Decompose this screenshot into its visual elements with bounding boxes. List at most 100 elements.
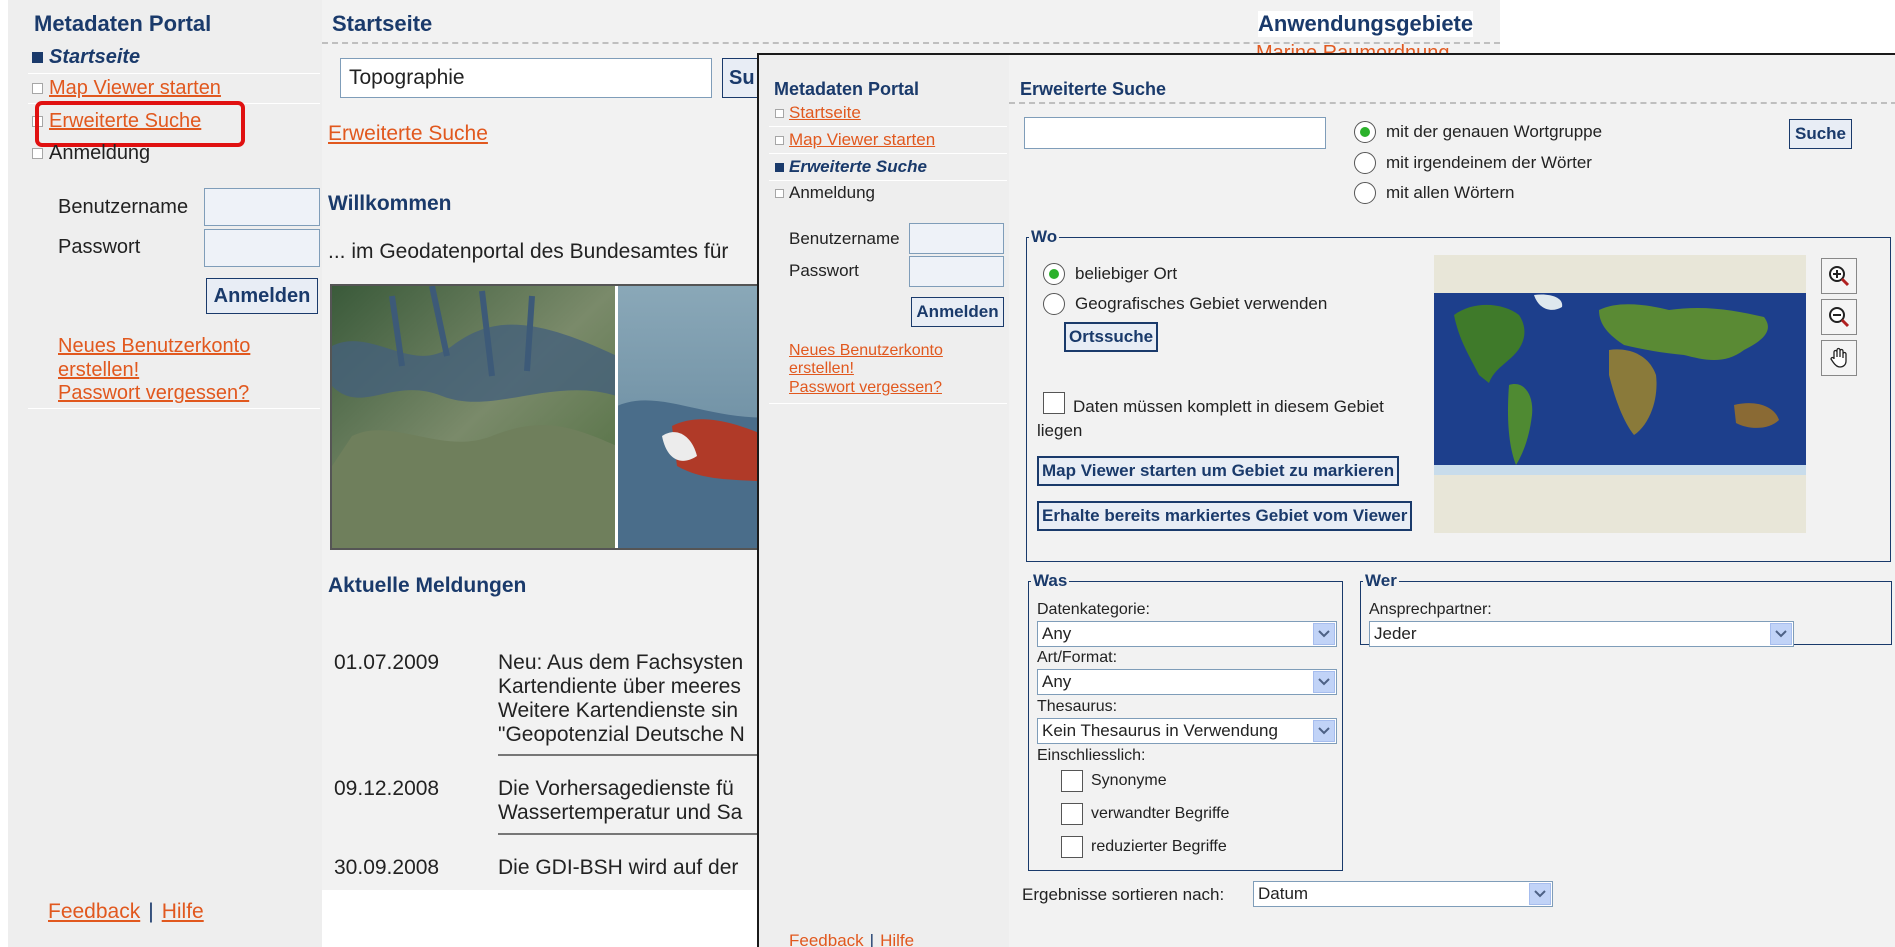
complete-in-area-checkbox[interactable]: Daten müssen komplett in diesem Gebiet — [1043, 392, 1384, 418]
include-reduzierte-checkbox[interactable]: reduzierter Begriffe — [1061, 836, 1227, 858]
news-line: Neu: Aus dem Fachsysten — [498, 651, 744, 674]
link-line: erstellen! — [789, 360, 854, 377]
map-viewer-mark-button[interactable]: Map Viewer starten um Gebiet zu markiere… — [1037, 456, 1400, 486]
match-option-exact[interactable]: mit der genauen Wortgruppe — [1354, 121, 1602, 143]
wo-option-any[interactable]: beliebiger Ort — [1043, 263, 1177, 285]
divider — [769, 403, 1007, 404]
chevron-down-icon — [1313, 720, 1335, 742]
front-nav-link[interactable]: Startseite — [789, 103, 861, 123]
back-footer: Feedback | Hilfe — [48, 900, 204, 924]
ortssuche-button[interactable]: Ortssuche — [1064, 322, 1159, 352]
checkbox-icon — [1043, 392, 1065, 414]
highlight-annotation — [35, 101, 245, 147]
divider — [28, 408, 320, 409]
front-nav-map-viewer[interactable]: Map Viewer starten — [775, 130, 935, 150]
front-login-button[interactable]: Anmelden — [911, 297, 1004, 327]
contact-select[interactable]: Jeder — [1369, 621, 1794, 647]
divider — [769, 126, 1007, 127]
datenkategorie-select[interactable]: Any — [1037, 621, 1337, 647]
radio-selected-icon — [1043, 263, 1065, 285]
wo-legend: Wo — [1031, 227, 1058, 246]
sort-label: Ergebnisse sortieren nach: — [1022, 885, 1225, 904]
select-value: Kein Thesaurus in Verwendung — [1042, 721, 1278, 740]
back-nav-label: Startseite — [49, 46, 141, 68]
back-new-account-link[interactable]: Neues Benutzerkonto erstellen! — [58, 334, 298, 382]
wo-option-geo[interactable]: Geografisches Gebiet verwenden — [1043, 293, 1327, 315]
back-nav-startseite[interactable]: Startseite — [32, 46, 140, 69]
divider — [769, 180, 1007, 181]
anwendungsgebiete-heading: Anwendungsgebiete — [1258, 11, 1474, 37]
back-forgot-password-link[interactable]: Passwort vergessen? — [58, 382, 249, 405]
sort-select[interactable]: Datum — [1253, 881, 1553, 907]
checkbox-icon — [1061, 770, 1083, 792]
front-nav-label: Erweiterte Suche — [789, 157, 927, 176]
front-nav-label: Anmeldung — [789, 183, 876, 202]
front-footer: Feedback | Hilfe — [789, 931, 914, 947]
checkbox-label: verwandter Begriffe — [1091, 805, 1230, 822]
front-nav-startseite[interactable]: Startseite — [775, 103, 861, 123]
back-search-input[interactable]: Topographie — [340, 58, 712, 98]
back-login-button[interactable]: Anmelden — [206, 278, 318, 314]
option-label: mit irgendeinem der Wörter — [1386, 153, 1592, 172]
back-nav-link[interactable]: Map Viewer starten — [49, 77, 221, 100]
nav-bullet-icon — [775, 108, 784, 118]
link-line: Neues Benutzerkonto — [789, 342, 943, 359]
nav-bullet-icon — [32, 148, 43, 159]
back-nav-anmeldung[interactable]: Anmeldung — [32, 142, 150, 165]
front-nav-link[interactable]: Map Viewer starten — [789, 130, 935, 150]
front-sidebar: Metadaten Portal Startseite Map Viewer s… — [759, 55, 1009, 947]
divider — [498, 754, 798, 756]
footer-separator: | — [148, 900, 154, 923]
footer-separator: | — [869, 931, 875, 947]
datenkategorie-label: Datenkategorie: — [1037, 601, 1150, 618]
chevron-down-icon — [1313, 623, 1335, 645]
back-nav-map-viewer[interactable]: Map Viewer starten — [32, 77, 221, 100]
back-help-link[interactable]: Hilfe — [162, 900, 204, 923]
match-option-any[interactable]: mit irgendeinem der Wörter — [1354, 152, 1592, 174]
chevron-down-icon — [1313, 671, 1335, 693]
checkbox-icon — [1061, 836, 1083, 858]
front-nav-erweiterte-suche[interactable]: Erweiterte Suche — [775, 157, 927, 177]
news-line: Die Vorhersagedienste fü — [498, 777, 734, 800]
select-value: Datum — [1258, 884, 1309, 903]
front-password-input[interactable] — [909, 256, 1004, 287]
pan-hand-icon[interactable] — [1821, 340, 1857, 376]
get-marked-area-button[interactable]: Erhalte bereits markiertes Gebiet vom Vi… — [1037, 501, 1413, 531]
back-username-input[interactable] — [204, 188, 320, 226]
world-map[interactable] — [1434, 255, 1806, 533]
radio-icon — [1354, 182, 1376, 204]
format-select[interactable]: Any — [1037, 669, 1337, 695]
front-feedback-link[interactable]: Feedback — [789, 931, 864, 947]
option-label: mit allen Wörtern — [1386, 183, 1515, 202]
front-new-account-link[interactable]: Neues Benutzerkonto erstellen! — [789, 342, 943, 378]
news-text: Neu: Aus dem Fachsysten Kartendiente übe… — [498, 651, 745, 747]
front-forgot-password-link[interactable]: Passwort vergessen? — [789, 379, 942, 397]
include-label: Einschliesslich: — [1037, 747, 1146, 764]
front-nav-anmeldung[interactable]: Anmeldung — [775, 183, 875, 203]
include-verwandte-checkbox[interactable]: verwandter Begriffe — [1061, 803, 1229, 825]
zoom-in-icon[interactable] — [1821, 258, 1857, 294]
back-advanced-search-link[interactable]: Erweiterte Suche — [328, 122, 488, 146]
back-welcome-heading: Willkommen — [328, 192, 452, 215]
divider — [28, 73, 320, 74]
front-search-input[interactable] — [1024, 117, 1326, 149]
front-username-input[interactable] — [909, 223, 1004, 254]
thesaurus-select[interactable]: Kein Thesaurus in Verwendung — [1037, 718, 1337, 744]
nav-bullet-icon — [32, 52, 43, 63]
back-nav-label: Anmeldung — [49, 142, 151, 164]
zoom-out-icon[interactable] — [1821, 299, 1857, 335]
thesaurus-label: Thesaurus: — [1037, 698, 1118, 715]
news-line: Kartendiente über meeres — [498, 675, 741, 698]
checkbox-icon — [1061, 803, 1083, 825]
front-password-label: Passwort — [789, 261, 859, 280]
front-help-link[interactable]: Hilfe — [880, 931, 914, 947]
front-search-button[interactable]: Suche — [1789, 119, 1852, 149]
chevron-down-icon — [1529, 883, 1551, 905]
include-synonyme-checkbox[interactable]: Synonyme — [1061, 770, 1167, 792]
option-label: Daten müssen komplett in diesem Gebiet — [1073, 397, 1384, 416]
back-feedback-link[interactable]: Feedback — [48, 900, 140, 923]
back-password-input[interactable] — [204, 229, 320, 267]
radio-selected-icon — [1354, 121, 1376, 143]
front-page-title: Erweiterte Suche — [1020, 79, 1167, 99]
match-option-all[interactable]: mit allen Wörtern — [1354, 182, 1514, 204]
